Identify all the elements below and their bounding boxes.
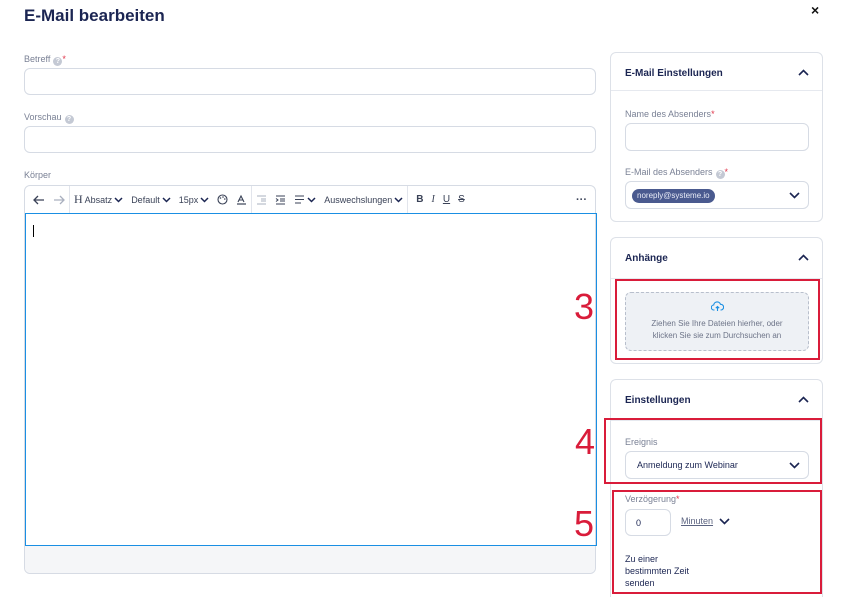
- text-caret: [33, 225, 34, 237]
- help-icon[interactable]: ?: [53, 57, 63, 66]
- chevron-down-icon: [307, 196, 316, 203]
- help-icon[interactable]: ?: [715, 170, 725, 179]
- editor-toolbar: H Absatz Default 15px Auswechslungen B I…: [25, 186, 595, 213]
- align-dropdown[interactable]: [290, 186, 320, 213]
- chevron-down-icon: [789, 192, 800, 199]
- outdent-icon[interactable]: [251, 186, 271, 213]
- indent-icon[interactable]: [271, 186, 290, 213]
- strikethrough-icon[interactable]: S: [454, 186, 469, 213]
- annotation-box-4: [604, 418, 822, 484]
- body-label: Körper: [24, 170, 52, 180]
- sender-email-value: noreply@systeme.io: [632, 189, 715, 203]
- sender-name-label: Name des Absenders*: [625, 109, 715, 119]
- sender-email-label: E-Mail des Absenders? *: [625, 167, 729, 179]
- divider: [611, 90, 822, 91]
- heading-label: Absatz: [84, 194, 113, 205]
- more-options-icon[interactable]: ···: [572, 186, 595, 213]
- subject-label: Betreff? *: [24, 54, 66, 66]
- editor-footer: [25, 546, 595, 573]
- settings-header: Einstellungen: [625, 395, 691, 406]
- chevron-up-icon[interactable]: [798, 69, 809, 76]
- substitutions-label: Auswechslungen: [324, 194, 393, 205]
- annotation-box-3: [615, 279, 820, 360]
- email-settings-header: E-Mail Einstellungen: [625, 68, 723, 79]
- substitutions-dropdown[interactable]: Auswechslungen: [320, 186, 407, 213]
- sender-name-input[interactable]: [625, 123, 809, 151]
- font-size-label: 15px: [178, 194, 199, 205]
- attachments-header: Anhänge: [625, 253, 668, 264]
- chevron-up-icon[interactable]: [798, 396, 809, 403]
- chevron-down-icon: [200, 196, 209, 203]
- chevron-down-icon: [394, 196, 403, 203]
- annotation-box-5: [612, 490, 822, 594]
- heading-icon: H: [74, 192, 83, 206]
- undo-icon[interactable]: [25, 186, 49, 213]
- font-label: Default: [131, 194, 160, 205]
- font-size-dropdown[interactable]: 15px: [175, 186, 214, 213]
- preview-label: Vorschau?: [24, 112, 74, 124]
- body-text-area[interactable]: [25, 213, 597, 546]
- chevron-down-icon: [114, 196, 123, 203]
- redo-icon[interactable]: [49, 186, 69, 213]
- italic-icon[interactable]: I: [428, 186, 439, 213]
- annotation-number-4: 4: [575, 421, 596, 462]
- palette-icon[interactable]: [213, 186, 232, 213]
- subject-input[interactable]: [24, 68, 596, 95]
- annotation-number-5: 5: [574, 503, 595, 544]
- preview-input[interactable]: [24, 126, 596, 153]
- annotation-number-3: 3: [574, 286, 595, 327]
- font-dropdown[interactable]: Default: [127, 186, 175, 213]
- help-icon[interactable]: ?: [64, 115, 74, 124]
- body-editor: H Absatz Default 15px Auswechslungen B I…: [24, 185, 597, 574]
- chevron-up-icon[interactable]: [798, 254, 809, 261]
- bold-icon[interactable]: B: [407, 186, 427, 213]
- sender-email-select[interactable]: noreply@systeme.io: [625, 181, 809, 209]
- close-icon[interactable]: ×: [811, 2, 819, 18]
- chevron-down-icon: [162, 196, 171, 203]
- heading-dropdown[interactable]: H Absatz: [69, 186, 127, 213]
- dialog-title: E-Mail bearbeiten: [24, 6, 165, 25]
- highlight-icon[interactable]: [232, 186, 251, 213]
- underline-icon[interactable]: U: [439, 186, 454, 213]
- align-icon: [295, 195, 305, 204]
